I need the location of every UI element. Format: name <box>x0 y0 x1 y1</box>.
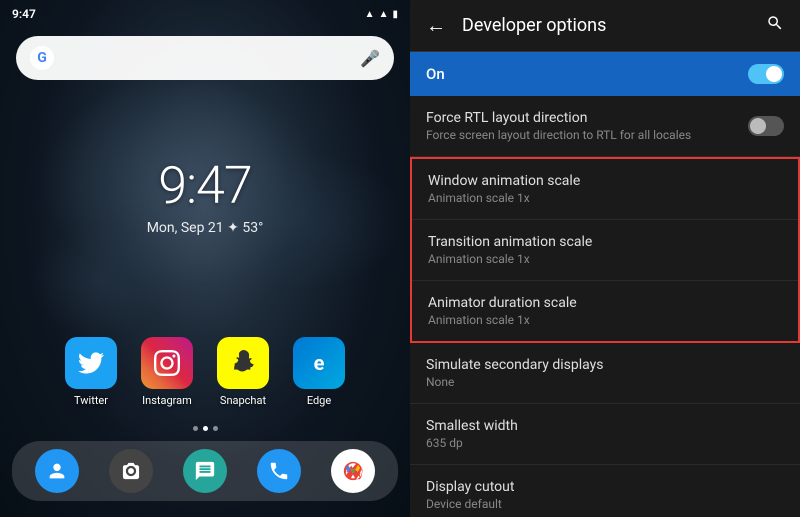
instagram-icon <box>141 337 193 389</box>
home-clock: 9:47 <box>0 155 410 216</box>
setting-force-rtl-text: Force RTL layout direction Force screen … <box>426 110 748 142</box>
force-rtl-toggle[interactable] <box>748 116 784 136</box>
settings-header: ← Developer options <box>410 0 800 52</box>
google-logo: G <box>30 46 54 70</box>
simulate-displays-title: Simulate secondary displays <box>426 357 784 373</box>
setting-window-animation[interactable]: Window animation scale Animation scale 1… <box>412 159 798 220</box>
dot-2 <box>203 426 208 431</box>
twitter-icon <box>65 337 117 389</box>
home-time-widget: 9:47 Mon, Sep 21 ✦ 53° <box>0 155 410 236</box>
app-snapchat[interactable]: Snapchat <box>217 337 269 407</box>
app-instagram[interactable]: Instagram <box>141 337 193 407</box>
battery-icon: ▮ <box>392 9 398 20</box>
page-indicator <box>0 426 410 431</box>
search-button[interactable] <box>766 14 784 37</box>
dock-photos[interactable] <box>331 449 375 493</box>
status-icons: ▲ ▲ ▮ <box>365 9 398 20</box>
on-toggle-row[interactable]: On <box>410 52 800 96</box>
signal-icon: ▲ <box>365 9 375 20</box>
app-twitter[interactable]: Twitter <box>65 337 117 407</box>
dot-1 <box>193 426 198 431</box>
dock-phone[interactable] <box>257 449 301 493</box>
setting-smallest-width[interactable]: Smallest width 635 dp <box>410 404 800 465</box>
dock-contacts[interactable] <box>35 449 79 493</box>
on-label: On <box>426 65 445 83</box>
twitter-label: Twitter <box>74 394 108 407</box>
home-screen: 9:47 ▲ ▲ ▮ G 🎤 9:47 Mon, Sep 21 ✦ 53° Tw… <box>0 0 410 517</box>
mic-icon[interactable]: 🎤 <box>360 49 380 68</box>
setting-animator-duration[interactable]: Animator duration scale Animation scale … <box>412 281 798 341</box>
window-animation-title: Window animation scale <box>428 173 782 189</box>
status-time: 9:47 <box>12 7 36 21</box>
display-cutout-title: Display cutout <box>426 479 784 495</box>
animator-duration-title: Animator duration scale <box>428 295 782 311</box>
snapchat-label: Snapchat <box>220 394 266 407</box>
wifi-icon: ▲ <box>379 9 389 20</box>
instagram-label: Instagram <box>142 394 192 407</box>
page-title: Developer options <box>462 15 750 36</box>
smallest-width-subtitle: 635 dp <box>426 436 784 450</box>
animation-scale-group: Window animation scale Animation scale 1… <box>410 157 800 343</box>
dock-messages[interactable] <box>183 449 227 493</box>
dock-camera[interactable] <box>109 449 153 493</box>
snapchat-icon <box>217 337 269 389</box>
dock <box>12 441 398 501</box>
simulate-displays-subtitle: None <box>426 375 784 389</box>
animator-duration-subtitle: Animation scale 1x <box>428 313 782 327</box>
smallest-width-title: Smallest width <box>426 418 784 434</box>
app-edge[interactable]: e Edge <box>293 337 345 407</box>
setting-simulate-displays[interactable]: Simulate secondary displays None <box>410 343 800 404</box>
dot-3 <box>213 426 218 431</box>
status-bar: 9:47 ▲ ▲ ▮ <box>0 0 410 28</box>
setting-force-rtl[interactable]: Force RTL layout direction Force screen … <box>410 96 800 157</box>
home-date: Mon, Sep 21 ✦ 53° <box>0 220 410 236</box>
developer-options-panel: ← Developer options On Force RTL layout … <box>410 0 800 517</box>
setting-display-cutout[interactable]: Display cutout Device default <box>410 465 800 517</box>
back-button[interactable]: ← <box>426 13 446 38</box>
search-bar[interactable]: G 🎤 <box>16 36 394 80</box>
setting-transition-animation[interactable]: Transition animation scale Animation sca… <box>412 220 798 281</box>
developer-toggle[interactable] <box>748 64 784 84</box>
display-cutout-subtitle: Device default <box>426 497 784 511</box>
settings-list: Force RTL layout direction Force screen … <box>410 96 800 517</box>
transition-animation-title: Transition animation scale <box>428 234 782 250</box>
edge-label: Edge <box>307 394 331 407</box>
app-grid: Twitter Instagram Snapchat e Edge <box>0 337 410 407</box>
window-animation-subtitle: Animation scale 1x <box>428 191 782 205</box>
transition-animation-subtitle: Animation scale 1x <box>428 252 782 266</box>
edge-icon: e <box>293 337 345 389</box>
setting-force-rtl-subtitle: Force screen layout direction to RTL for… <box>426 128 748 142</box>
setting-force-rtl-title: Force RTL layout direction <box>426 110 748 126</box>
